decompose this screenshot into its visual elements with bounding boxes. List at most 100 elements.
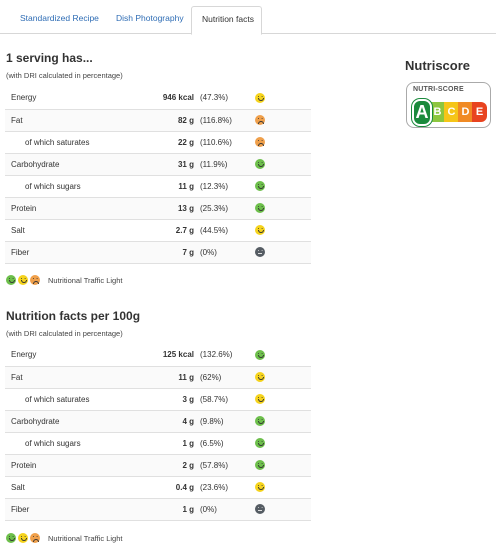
green-face-icon [255,438,265,448]
serving-title: 1 serving has... [6,51,93,65]
dri-percentage: (47.3%) [200,87,255,110]
traffic-light-cell [255,153,311,176]
dri-percentage: (11.9%) [200,153,255,176]
dri-percentage: (23.6%) [200,476,255,499]
legend-label: Nutritional Traffic Light [48,275,123,285]
table-row: Fat 11 g (62%) [5,366,311,389]
table-row: Energy 125 kcal (132.6%) [5,344,311,367]
nutriscore-title: Nutriscore [405,58,471,73]
tab-bar: Standardized Recipe Dish Photography Nut… [0,0,496,35]
nutriscore-grade: A [412,99,432,126]
traffic-light-cell [255,109,311,132]
nutrient-amount: 31 g [125,153,200,176]
nutrient-fiber-label: Fiber [5,498,125,521]
dark-face-icon [255,247,265,257]
nutrient-amount: 7 g [125,241,200,264]
nutrient-protein-label: Protein [5,454,125,477]
green-face-icon [255,416,265,426]
orange-face-icon [30,533,40,543]
tab-nutrition-facts[interactable]: Nutrition facts [191,6,262,35]
traffic-light-cell [255,241,311,264]
nutrient-amount: 13 g [125,197,200,220]
tab-dish-photography[interactable]: Dish Photography [106,6,194,34]
green-face-icon [6,533,16,543]
serving-traffic-light-legend: Nutritional Traffic Light [6,275,122,285]
orange-face-icon [255,115,265,125]
traffic-light-cell [255,344,311,367]
table-row: Energy 946 kcal (47.3%) [5,87,311,110]
dri-percentage: (6.5%) [200,432,255,455]
green-face-icon [6,275,16,285]
green-face-icon [255,181,265,191]
traffic-light-cell [255,454,311,477]
yellow-face-icon [255,225,265,235]
nutrient-fiber-label: Fiber [5,241,125,264]
yellow-face-icon [255,482,265,492]
nutrient-amount: 2 g [125,454,200,477]
nutrient-salt-label: Salt [5,476,125,499]
nutrient-amount: 4 g [125,410,200,433]
nutrient-amount: 1 g [125,498,200,521]
nutrient-salt-label: Salt [5,219,125,242]
nutrient-carbohydrate-label: Carbohydrate [5,153,125,176]
traffic-light-cell [255,87,311,110]
nutrient-amount: 82 g [125,109,200,132]
nutriscore-letter-e: E [472,102,487,122]
dri-percentage: (12.3%) [200,175,255,198]
legend-label: Nutritional Traffic Light [48,533,123,543]
yellow-face-icon [18,275,28,285]
dri-percentage: (44.5%) [200,219,255,242]
nutrient-of-which-sugars-label: of which sugars [5,432,125,455]
nutrient-energy-label: Energy [5,344,125,367]
table-row: Fat 82 g (116.8%) [5,109,311,132]
traffic-light-cell [255,197,311,220]
nutriscore-badge: NUTRI-SCORE A B C D E [406,82,491,128]
nutrient-of-which-saturates-label: of which saturates [5,131,125,154]
nutrient-fat-label: Fat [5,366,125,389]
table-row: of which saturates 22 g (110.6%) [5,131,311,154]
table-row: Protein 2 g (57.8%) [5,454,311,477]
per100-title: Nutrition facts per 100g [6,309,141,323]
orange-face-icon [30,275,40,285]
dri-percentage: (25.3%) [200,197,255,220]
table-row: Salt 0.4 g (23.6%) [5,476,311,499]
nutriscore-heading: NUTRI-SCORE [413,86,464,93]
nutrient-carbohydrate-label: Carbohydrate [5,410,125,433]
table-row: Carbohydrate 31 g (11.9%) [5,153,311,176]
yellow-face-icon [255,372,265,382]
dri-percentage: (62%) [200,366,255,389]
dri-percentage: (58.7%) [200,388,255,411]
traffic-light-cell [255,388,311,411]
dri-percentage: (132.6%) [200,344,255,367]
nutrient-amount: 3 g [125,388,200,411]
table-row: Salt 2.7 g (44.5%) [5,219,311,242]
per100-traffic-light-legend: Nutritional Traffic Light [6,533,122,543]
nutrient-energy-label: Energy [5,87,125,110]
nutrient-amount: 22 g [125,131,200,154]
traffic-light-cell [255,432,311,455]
green-face-icon [255,349,265,360]
table-row: of which saturates 3 g (58.7%) [5,388,311,411]
nutriscore-letter-c: C [444,102,459,122]
nutrient-amount: 1 g [125,432,200,455]
table-row: of which sugars 11 g (12.3%) [5,175,311,198]
serving-nutrition-table: Energy 946 kcal (47.3%) Fat 82 g (116.8%) of w… [5,87,311,264]
per100-note: (with DRI calculated in percentage) [6,329,123,338]
nutrient-protein-label: Protein [5,197,125,220]
traffic-light-cell [255,410,311,433]
traffic-light-cell [255,498,311,521]
per100-nutrition-table: Energy 125 kcal (132.6%) Fat 11 g (62%) of whi… [5,344,311,521]
nutrient-of-which-saturates-label: of which saturates [5,388,125,411]
green-face-icon [255,460,265,470]
nutrient-amount: 11 g [125,175,200,198]
dri-percentage: (116.8%) [200,109,255,132]
dri-percentage: (57.8%) [200,454,255,477]
table-row: Fiber 1 g (0%) [5,498,311,521]
green-face-icon [255,159,265,169]
nutriscore-letter-b: B [430,102,445,122]
traffic-light-cell [255,219,311,242]
dark-face-icon [255,504,265,514]
traffic-light-cell [255,131,311,154]
nutrient-amount: 946 kcal [125,87,200,110]
tab-standardized-recipe[interactable]: Standardized Recipe [10,6,109,34]
